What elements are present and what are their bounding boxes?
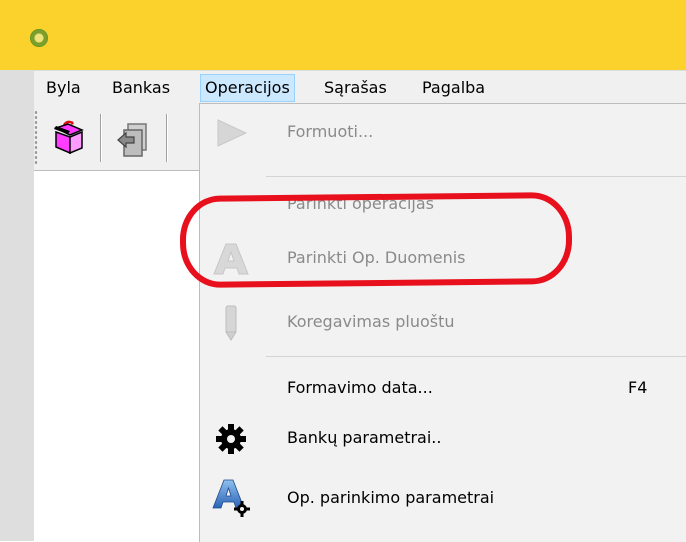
letter-a-gear-icon [212,476,250,517]
menu-sarasas[interactable]: Sąrašas [320,76,391,100]
operacijos-dropdown: Formuoti... Parinkti operacijas Parinkti… [199,103,686,542]
menu-item-formavimo-data[interactable]: Formavimo data... F4 [200,360,686,416]
annotation-red-ellipse [179,191,573,289]
menu-item-label: Koregavimas pluoštu [287,312,455,331]
menu-item-koregavimas-pluostu[interactable]: Koregavimas pluoštu [200,294,686,350]
menu-item-label: Op. parinkimo parametrai [287,488,495,507]
main-canvas [34,171,200,541]
toolbar-grip[interactable] [34,110,38,164]
menu-item-op-parinkimo-parametrai[interactable]: Op. parinkimo parametrai [200,470,686,526]
menu-byla[interactable]: Byla [42,76,85,100]
menu-separator [266,356,686,357]
window-left-border [0,70,34,541]
app-logo-icon[interactable] [30,29,48,47]
menu-operacijos[interactable]: Operacijos [200,74,295,102]
play-icon [212,114,250,152]
menu-item-formuoti[interactable]: Formuoti... [200,104,686,160]
menu-pagalba[interactable]: Pagalba [418,76,489,100]
menu-separator [266,176,686,177]
menu-item-shortcut: F4 [628,378,648,397]
menu-bar: Byla Bankas Operacijos Sąrašas Pagalba [34,70,686,104]
title-bar [0,0,686,70]
menu-item-banku-parametrai[interactable]: Bankų parametrai.. [200,410,686,466]
toolbar [34,104,199,171]
pencil-icon [212,304,250,342]
open-box-icon[interactable] [50,118,92,160]
menu-item-label: Formavimo data... [287,378,433,397]
menu-bankas[interactable]: Bankas [108,76,174,100]
gear-icon [212,420,250,458]
toolbar-separator [100,114,102,162]
toolbar-separator [166,114,168,162]
menu-item-label: Formuoti... [287,122,374,141]
menu-item-label: Bankų parametrai.. [287,428,442,447]
document-back-icon[interactable] [114,118,156,160]
